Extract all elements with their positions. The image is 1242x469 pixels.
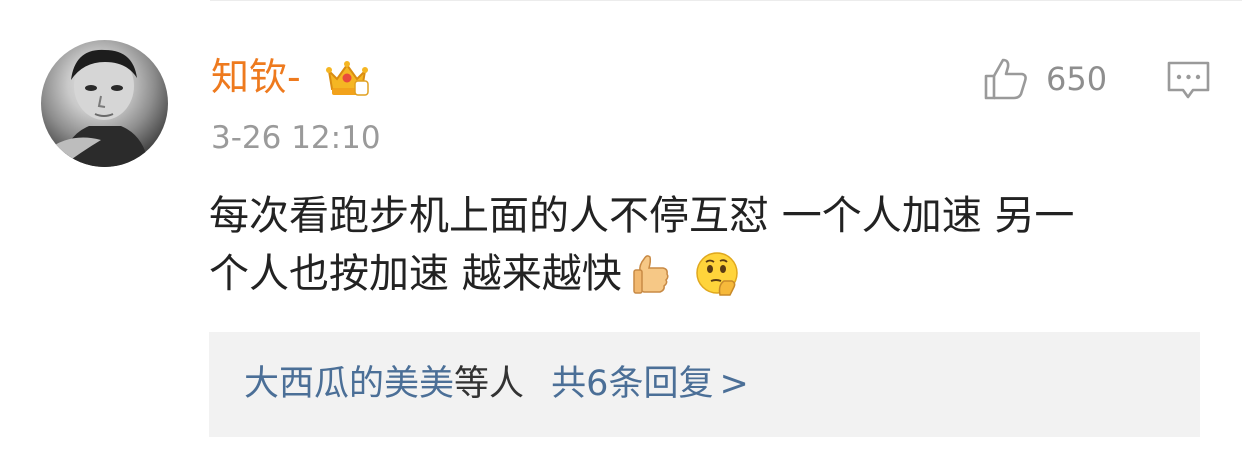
comment-text: 每次看跑步机上面的人不停互怼 一个人加速 另一 个人也按加速 越来越快: [209, 187, 1209, 303]
username[interactable]: 知钦-: [211, 52, 301, 102]
reply-count-link[interactable]: 共6条回复: [551, 364, 713, 404]
reply-names-link[interactable]: 大西瓜的美美: [244, 364, 454, 404]
avatar[interactable]: [41, 40, 168, 167]
comment-text-line-2: 个人也按加速 越来越快: [209, 245, 1209, 303]
replies-summary[interactable]: 大西瓜的美美等人 共6条回复 >: [209, 332, 1200, 437]
thumbs-up-icon: [632, 255, 669, 294]
timestamp: 3-26 12:10: [211, 120, 381, 156]
thinking-face-icon: [695, 252, 738, 296]
reply-comment-icon[interactable]: [1166, 59, 1211, 102]
like-count: 650: [1046, 60, 1108, 98]
vip-crown-icon: [326, 61, 369, 96]
thumbs-up-icon[interactable]: [983, 56, 1029, 102]
replies-summary-text: 大西瓜的美美等人 共6条回复 >: [244, 359, 749, 409]
comment-text-line-1: 每次看跑步机上面的人不停互怼 一个人加速 另一: [209, 193, 1075, 239]
reply-names-suffix: 等人: [454, 364, 525, 404]
top-divider: [210, 0, 1242, 1]
chevron-right-icon: >: [719, 364, 749, 404]
comment-text-line-2-text: 个人也按加速 越来越快: [209, 251, 622, 297]
